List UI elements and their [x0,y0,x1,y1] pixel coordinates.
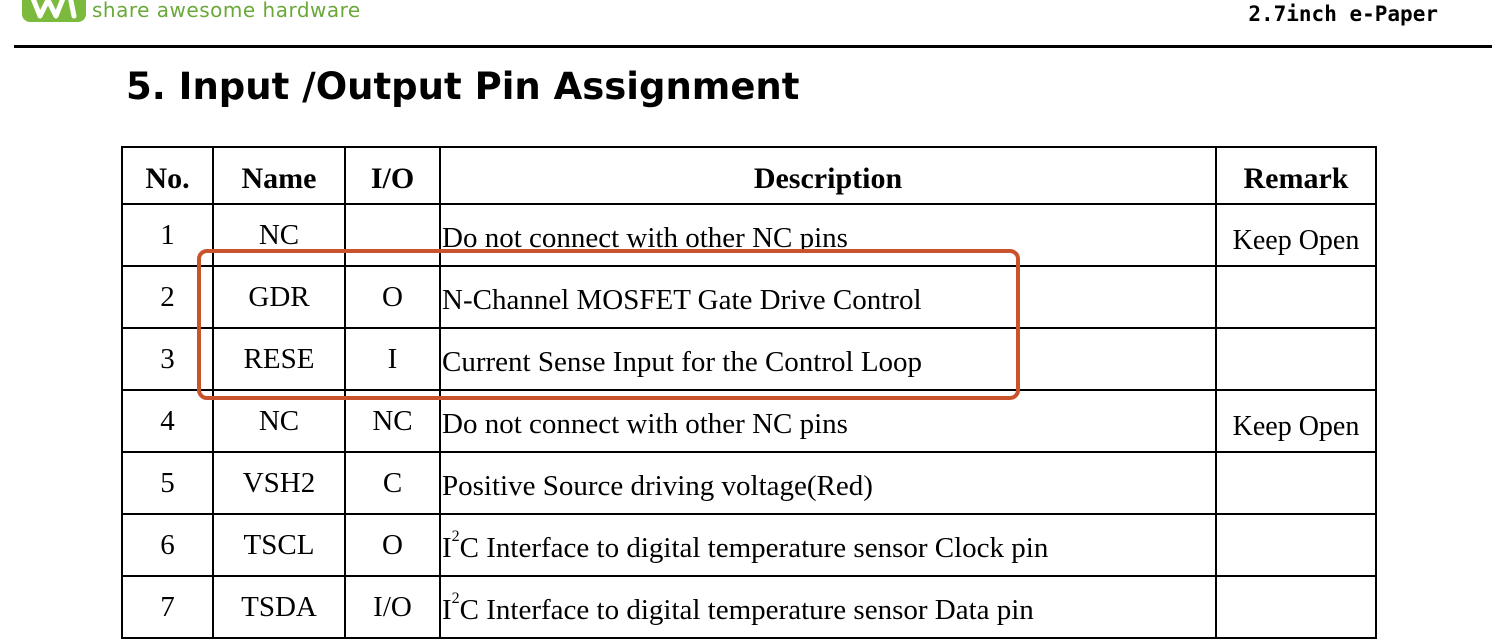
table-row: 2 GDR O N-Channel MOSFET Gate Drive Cont… [121,265,1377,329]
pin-name: RESE [212,327,346,391]
column-header-no: No. [121,146,214,205]
pin-description: Do not connect with other NC pins [439,389,1217,453]
description-text: Current Sense Input for the Control Loop [442,345,923,378]
description-text: Do not connect with other NC pins [442,221,848,254]
pin-io [344,203,441,267]
pin-description: I2C Interface to digital temperature sen… [439,513,1217,577]
pin-description: Positive Source driving voltage(Red) [439,451,1217,515]
pin-remark [1215,575,1377,639]
pin-remark [1215,513,1377,577]
pin-number: 2 [121,265,214,329]
description-superscript: 2 [451,589,460,607]
pin-number: 1 [121,203,214,267]
description-superscript: 2 [451,527,460,545]
pin-description: Do not connect with other NC pins [439,203,1217,267]
description-text: N-Channel MOSFET Gate Drive Control [442,283,922,316]
pin-remark [1215,451,1377,515]
column-header-name: Name [212,146,346,205]
pin-io: I [344,327,441,391]
description-prefix: I [442,531,452,564]
pin-remark [1215,327,1377,391]
brand-tagline: share awesome hardware [92,0,361,22]
pin-remark: Keep Open [1215,389,1377,453]
description-text: C Interface to digital temperature senso… [459,593,1034,626]
table-row: 1 NC Do not connect with other NC pins K… [121,203,1377,267]
pin-io: C [344,451,441,515]
description-text: C Interface to digital temperature senso… [459,531,1049,564]
table-header-row: No. Name I/O Description Remark [121,146,1377,205]
pin-io: O [344,265,441,329]
pin-description: I2C Interface to digital temperature sen… [439,575,1217,639]
pin-name: GDR [212,265,346,329]
table-row: 4 NC NC Do not connect with other NC pin… [121,389,1377,453]
pin-assignment-table: No. Name I/O Description Remark 1 NC Do … [121,146,1377,639]
column-header-description: Description [439,146,1217,205]
column-header-remark: Remark [1215,146,1377,205]
pin-description: Current Sense Input for the Control Loop [439,327,1217,391]
pin-remark: Keep Open [1215,203,1377,267]
pin-number: 6 [121,513,214,577]
pin-io: I/O [344,575,441,639]
pin-io: O [344,513,441,577]
table-row: 7 TSDA I/O I2C Interface to digital temp… [121,575,1377,639]
pin-name: NC [212,203,346,267]
pin-number: 3 [121,327,214,391]
description-prefix: I [442,593,452,626]
pin-io: NC [344,389,441,453]
table-row: 5 VSH2 C Positive Source driving voltage… [121,451,1377,515]
table-row: 6 TSCL O I2C Interface to digital temper… [121,513,1377,577]
pin-number: 4 [121,389,214,453]
description-text: Do not connect with other NC pins [442,407,848,440]
pin-number: 5 [121,451,214,515]
pin-name: TSCL [212,513,346,577]
section-title: 5. Input /Output Pin Assignment [126,65,800,108]
pin-name: TSDA [212,575,346,639]
header-divider [14,45,1492,48]
pin-description: N-Channel MOSFET Gate Drive Control [439,265,1217,329]
table-row: 3 RESE I Current Sense Input for the Con… [121,327,1377,391]
column-header-io: I/O [344,146,441,205]
product-name: 2.7inch e-Paper [1248,2,1438,26]
pin-remark [1215,265,1377,329]
waveshare-logo [22,0,86,26]
pin-name: NC [212,389,346,453]
pin-name: VSH2 [212,451,346,515]
pin-number: 7 [121,575,214,639]
description-text: Positive Source driving voltage(Red) [442,469,873,502]
